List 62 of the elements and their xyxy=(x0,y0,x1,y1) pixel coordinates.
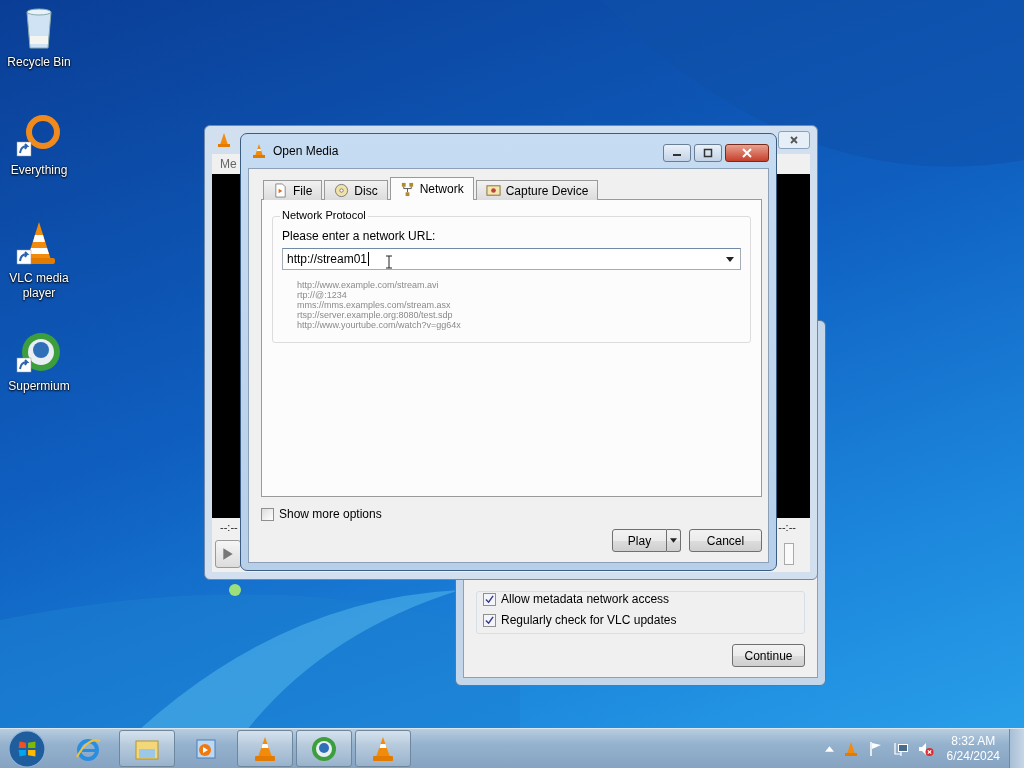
close-button[interactable] xyxy=(778,131,810,149)
total-time: --:-- xyxy=(778,521,796,533)
maximize-button[interactable] xyxy=(694,144,722,162)
taskbar-button[interactable] xyxy=(296,730,352,767)
tab[interactable]: Capture Device xyxy=(475,180,599,200)
tab[interactable]: Network xyxy=(389,177,474,200)
show-desktop-button[interactable] xyxy=(1009,729,1024,768)
caret-icon xyxy=(670,538,677,543)
play-button[interactable]: Play xyxy=(612,529,667,552)
cancel-button[interactable]: Cancel xyxy=(689,529,762,552)
show-hidden-icons-button[interactable] xyxy=(824,745,834,752)
close-button[interactable] xyxy=(725,144,769,162)
desktop-shortcut[interactable]: Supermium xyxy=(0,328,78,422)
tab[interactable]: File xyxy=(263,180,323,200)
url-field[interactable]: http://stream01 xyxy=(282,248,741,270)
checkbox[interactable] xyxy=(483,592,496,606)
dropdown-arrow-icon xyxy=(726,256,734,262)
example-url: rtp://@:1234 xyxy=(297,290,348,300)
maximize-icon xyxy=(702,148,714,158)
play-button[interactable] xyxy=(215,540,241,568)
checkbox-label: Show more options xyxy=(279,507,382,521)
text-cursor-icon xyxy=(385,255,394,269)
disc-icon xyxy=(334,183,350,198)
desktop-shortcut[interactable]: Everything xyxy=(0,112,78,206)
shortcut-label: Supermium xyxy=(7,379,71,394)
window-title: Open Media xyxy=(273,144,340,158)
network-icon[interactable] xyxy=(892,740,909,757)
shortcut-label: Everything xyxy=(9,163,69,178)
volume-control[interactable] xyxy=(784,543,794,565)
dropdown-button[interactable] xyxy=(667,529,681,552)
example-url: http://www.yourtube.com/watch?v=gg64x xyxy=(297,320,462,330)
menu-item[interactable]: Me xyxy=(220,157,237,171)
close-icon xyxy=(741,148,753,158)
minimize-button[interactable] xyxy=(663,144,691,162)
close-icon xyxy=(789,135,799,145)
checkbox[interactable] xyxy=(483,613,496,627)
checkbox-label: Regularly check for VLC updates xyxy=(501,613,677,627)
taskbar-button[interactable] xyxy=(237,730,293,767)
group-title: Network Protocol xyxy=(280,209,368,221)
desktop-shortcut[interactable]: VLC media player xyxy=(0,220,78,314)
taskbar-button[interactable] xyxy=(119,730,175,767)
play-icon xyxy=(222,547,234,561)
field-label: Please enter a network URL: xyxy=(282,229,437,243)
continue-button[interactable]: Continue xyxy=(732,644,805,667)
shortcut-label: VLC media player xyxy=(8,271,70,301)
globe-icon xyxy=(310,734,338,763)
camera-icon xyxy=(485,183,501,198)
network-icon xyxy=(399,181,415,197)
example-url: http://www.example.com/stream.avi xyxy=(297,280,440,290)
traffic-cone-icon xyxy=(251,143,267,159)
elapsed-time: --:-- xyxy=(220,521,238,533)
start-button[interactable] xyxy=(8,729,46,768)
checkbox-label: Allow metadata network access xyxy=(501,592,670,606)
desktop-shortcut[interactable]: Recycle Bin xyxy=(0,4,78,98)
traffic-cone-icon xyxy=(216,132,232,148)
checkbox[interactable] xyxy=(261,507,274,521)
example-url: mms://mms.examples.com/stream.asx xyxy=(297,300,452,310)
taskbar-button[interactable] xyxy=(355,730,411,767)
document-icon xyxy=(273,183,288,198)
example-url: rtsp://server.example.org:8080/test.sdp xyxy=(297,310,454,320)
shortcut-label: Recycle Bin xyxy=(6,55,72,70)
tab[interactable]: Disc xyxy=(324,180,388,200)
